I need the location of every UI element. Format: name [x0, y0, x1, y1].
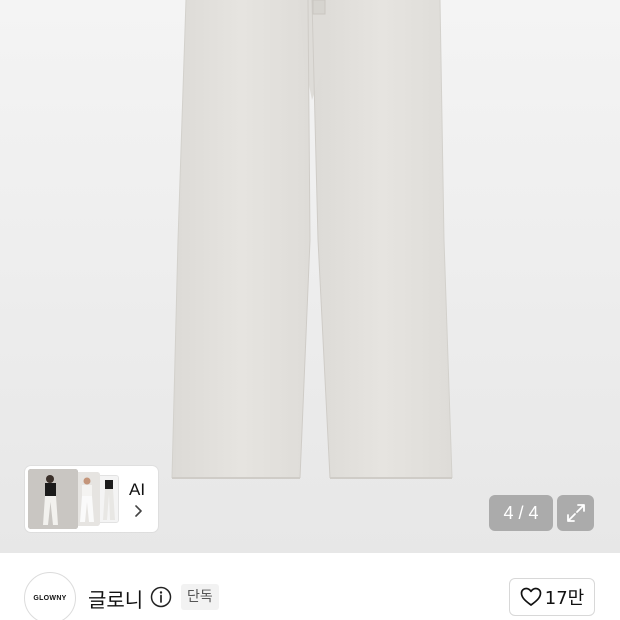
info-icon[interactable] — [150, 586, 172, 608]
brand-name[interactable]: 글로니 — [88, 584, 143, 613]
exclusive-badge: 단독 — [181, 584, 219, 610]
brand-logo[interactable]: GLOWNY — [24, 572, 76, 620]
ai-styling-card[interactable]: AI — [25, 466, 158, 532]
heart-icon — [520, 587, 542, 606]
like-count: 17만 — [544, 588, 585, 609]
ai-label: AI — [129, 480, 146, 499]
ai-thumbnail — [28, 469, 78, 529]
product-image-gallery[interactable]: AI 4 / 4 — [0, 0, 620, 553]
like-button[interactable]: 17만 — [509, 578, 595, 616]
expand-image-button[interactable] — [557, 495, 594, 531]
chevron-right-icon — [135, 505, 142, 517]
brand-logo-text: GLOWNY — [33, 594, 67, 602]
expand-icon — [566, 504, 585, 522]
image-page-counter: 4 / 4 — [489, 495, 553, 531]
ai-thumbnail — [97, 475, 119, 523]
